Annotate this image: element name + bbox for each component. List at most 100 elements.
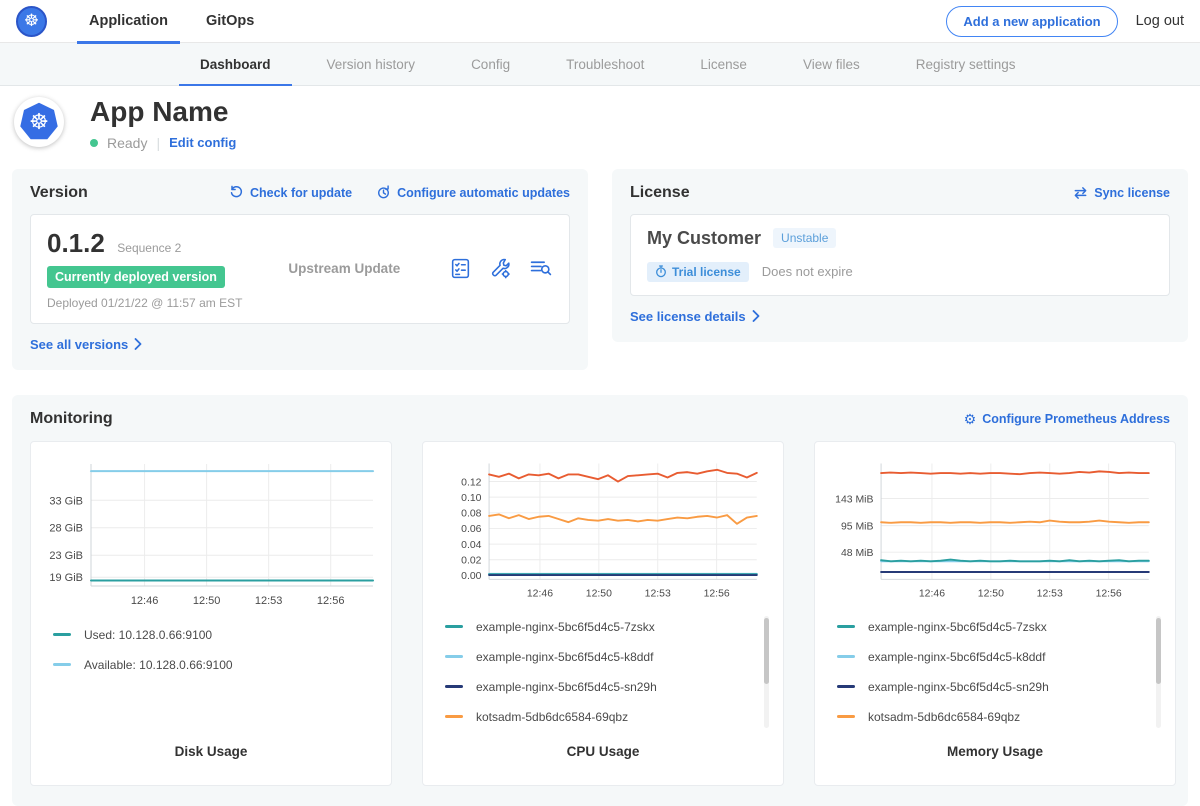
chart-panel-cpu-usage: 0.120.100.080.060.040.020.0012:4612:5012… (422, 441, 784, 786)
gear-icon: ⚙ (964, 412, 977, 426)
svg-text:12:46: 12:46 (131, 595, 159, 607)
refresh-icon (229, 185, 244, 200)
page-title: App Name (90, 97, 236, 128)
preflight-checks-icon[interactable] (449, 257, 472, 280)
monitoring-card: Monitoring ⚙ Configure Prometheus Addres… (12, 395, 1188, 806)
legend-label: example-nginx-5bc6f5d4c5-k8ddf (868, 650, 1045, 664)
legend-item: example-nginx-5bc6f5d4c5-k8ddf (837, 650, 1165, 664)
status-label: Ready (107, 135, 147, 151)
legend-dash-icon (53, 663, 71, 666)
memory-usage-chart: 143 MiB95 MiB48 MiB12:4612:5012:5312:56 (825, 454, 1165, 604)
see-license-details-link[interactable]: See license details (630, 309, 760, 324)
legend-label: example-nginx-5bc6f5d4c5-k8ddf (476, 650, 653, 664)
legend-label: Available: 10.128.0.66:9100 (84, 658, 233, 672)
svg-text:12:53: 12:53 (645, 588, 671, 599)
svg-text:0.04: 0.04 (461, 540, 482, 551)
customer-name: My Customer (647, 228, 761, 249)
svg-text:28 GiB: 28 GiB (49, 523, 83, 535)
svg-text:0.02: 0.02 (461, 555, 482, 566)
legend-dash-icon (445, 655, 463, 658)
svg-text:19 GiB: 19 GiB (49, 572, 83, 584)
legend-label: example-nginx-5bc6f5d4c5-sn29h (476, 680, 657, 694)
config-wrench-icon[interactable] (489, 257, 512, 280)
legend-item: example-nginx-5bc6f5d4c5-7zskx (445, 620, 773, 634)
license-expiry: Does not expire (762, 264, 853, 279)
legend-label: example-nginx-5bc6f5d4c5-7zskx (476, 620, 655, 634)
svg-text:143 MiB: 143 MiB (835, 494, 873, 505)
check-for-update-link[interactable]: Check for update (229, 185, 352, 200)
svg-text:0.12: 0.12 (461, 477, 482, 488)
svg-text:0.10: 0.10 (461, 493, 482, 504)
svg-text:12:50: 12:50 (978, 588, 1004, 599)
app-logo: ☸ (14, 97, 64, 147)
chart-title: CPU Usage (433, 744, 773, 759)
stopwatch-icon (655, 265, 667, 278)
legend-label: example-nginx-5bc6f5d4c5-7zskx (868, 620, 1047, 634)
chevron-right-icon (134, 338, 142, 350)
deployed-timestamp: Deployed 01/21/22 @ 11:57 am EST (47, 296, 242, 310)
subnav-tab-license[interactable]: License (679, 43, 768, 85)
series-line-kotsadm-5db6dc6584-69qbz (881, 520, 1149, 522)
legend-item: kotsadm-5db6dc6584-69qbz (445, 710, 773, 724)
subnav-tab-dashboard[interactable]: Dashboard (179, 43, 292, 85)
svg-text:12:46: 12:46 (919, 588, 945, 599)
subnav-tab-version-history[interactable]: Version history (306, 43, 437, 85)
subnav-tab-config[interactable]: Config (450, 43, 531, 85)
legend-dash-icon (445, 715, 463, 718)
svg-text:12:56: 12:56 (1096, 588, 1122, 599)
version-source: Upstream Update (288, 261, 400, 276)
scrollbar-thumb[interactable] (764, 618, 769, 684)
legend-dash-icon (837, 655, 855, 658)
legend-item: Used: 10.128.0.66:9100 (53, 628, 381, 642)
disk-usage-chart: 33 GiB28 GiB23 GiB19 GiB12:4612:5012:531… (41, 454, 381, 612)
chart-title: Memory Usage (825, 744, 1165, 759)
view-logs-icon[interactable] (529, 257, 553, 280)
chart-title: Disk Usage (41, 744, 381, 759)
svg-text:12:50: 12:50 (193, 595, 221, 607)
channel-badge: Unstable (773, 228, 836, 248)
kubernetes-logo-icon: ☸ (16, 6, 47, 37)
edit-config-link[interactable]: Edit config (169, 135, 236, 150)
current-version-panel: 0.1.2 Sequence 2 Currently deployed vers… (30, 214, 570, 324)
svg-text:12:53: 12:53 (1037, 588, 1063, 599)
svg-text:12:56: 12:56 (704, 588, 730, 599)
legend-item: example-nginx-5bc6f5d4c5-sn29h (445, 680, 773, 694)
legend-item: kotsadm-5db6dc6584-69qbz (837, 710, 1165, 724)
legend-item: Available: 10.128.0.66:9100 (53, 658, 381, 672)
subnav-tab-troubleshoot[interactable]: Troubleshoot (545, 43, 665, 85)
series-line-example-nginx-5bc6f5d4c5-7zskx (881, 559, 1149, 561)
topnav-tab-application[interactable]: Application (77, 0, 180, 43)
status-dot (90, 139, 98, 147)
subnav-tab-view-files[interactable]: View files (782, 43, 881, 85)
legend-scrollbar[interactable] (764, 616, 769, 728)
sync-license-link[interactable]: Sync license (1073, 186, 1170, 200)
license-panel: My Customer Unstable Trial license Does … (630, 214, 1170, 296)
legend-label: example-nginx-5bc6f5d4c5-sn29h (868, 680, 1049, 694)
configure-prometheus-link[interactable]: ⚙ Configure Prometheus Address (964, 412, 1170, 426)
top-navbar: ☸ Application GitOps Add a new applicatio… (0, 0, 1200, 43)
chevron-right-icon (752, 310, 760, 322)
license-card: License Sync license My Customer Unstabl… (612, 169, 1188, 342)
version-number: 0.1.2 (47, 228, 105, 258)
cpu-usage-chart: 0.120.100.080.060.040.020.0012:4612:5012… (433, 454, 773, 604)
legend-item: example-nginx-5bc6f5d4c5-sn29h (837, 680, 1165, 694)
license-card-title: License (630, 184, 690, 202)
svg-text:12:53: 12:53 (255, 595, 283, 607)
legend-dash-icon (53, 633, 71, 636)
subnav-tab-registry-settings[interactable]: Registry settings (895, 43, 1037, 85)
configure-automatic-updates-link[interactable]: Configure automatic updates (376, 185, 570, 200)
kubernetes-heptagon-icon: ☸ (19, 102, 59, 142)
legend-dash-icon (837, 625, 855, 628)
svg-text:12:46: 12:46 (527, 588, 553, 599)
see-all-versions-link[interactable]: See all versions (30, 337, 142, 352)
logout-button[interactable]: Log out (1136, 13, 1184, 29)
topnav-tab-gitops[interactable]: GitOps (194, 0, 266, 43)
trial-license-badge: Trial license (647, 262, 749, 282)
legend-item: example-nginx-5bc6f5d4c5-7zskx (837, 620, 1165, 634)
version-sequence: Sequence 2 (117, 241, 181, 255)
add-application-button[interactable]: Add a new application (946, 6, 1117, 37)
scrollbar-thumb[interactable] (1156, 618, 1161, 684)
legend-scrollbar[interactable] (1156, 616, 1161, 728)
legend-label: Used: 10.128.0.66:9100 (84, 628, 212, 642)
version-card: Version Check for update Configure autom… (12, 169, 588, 370)
